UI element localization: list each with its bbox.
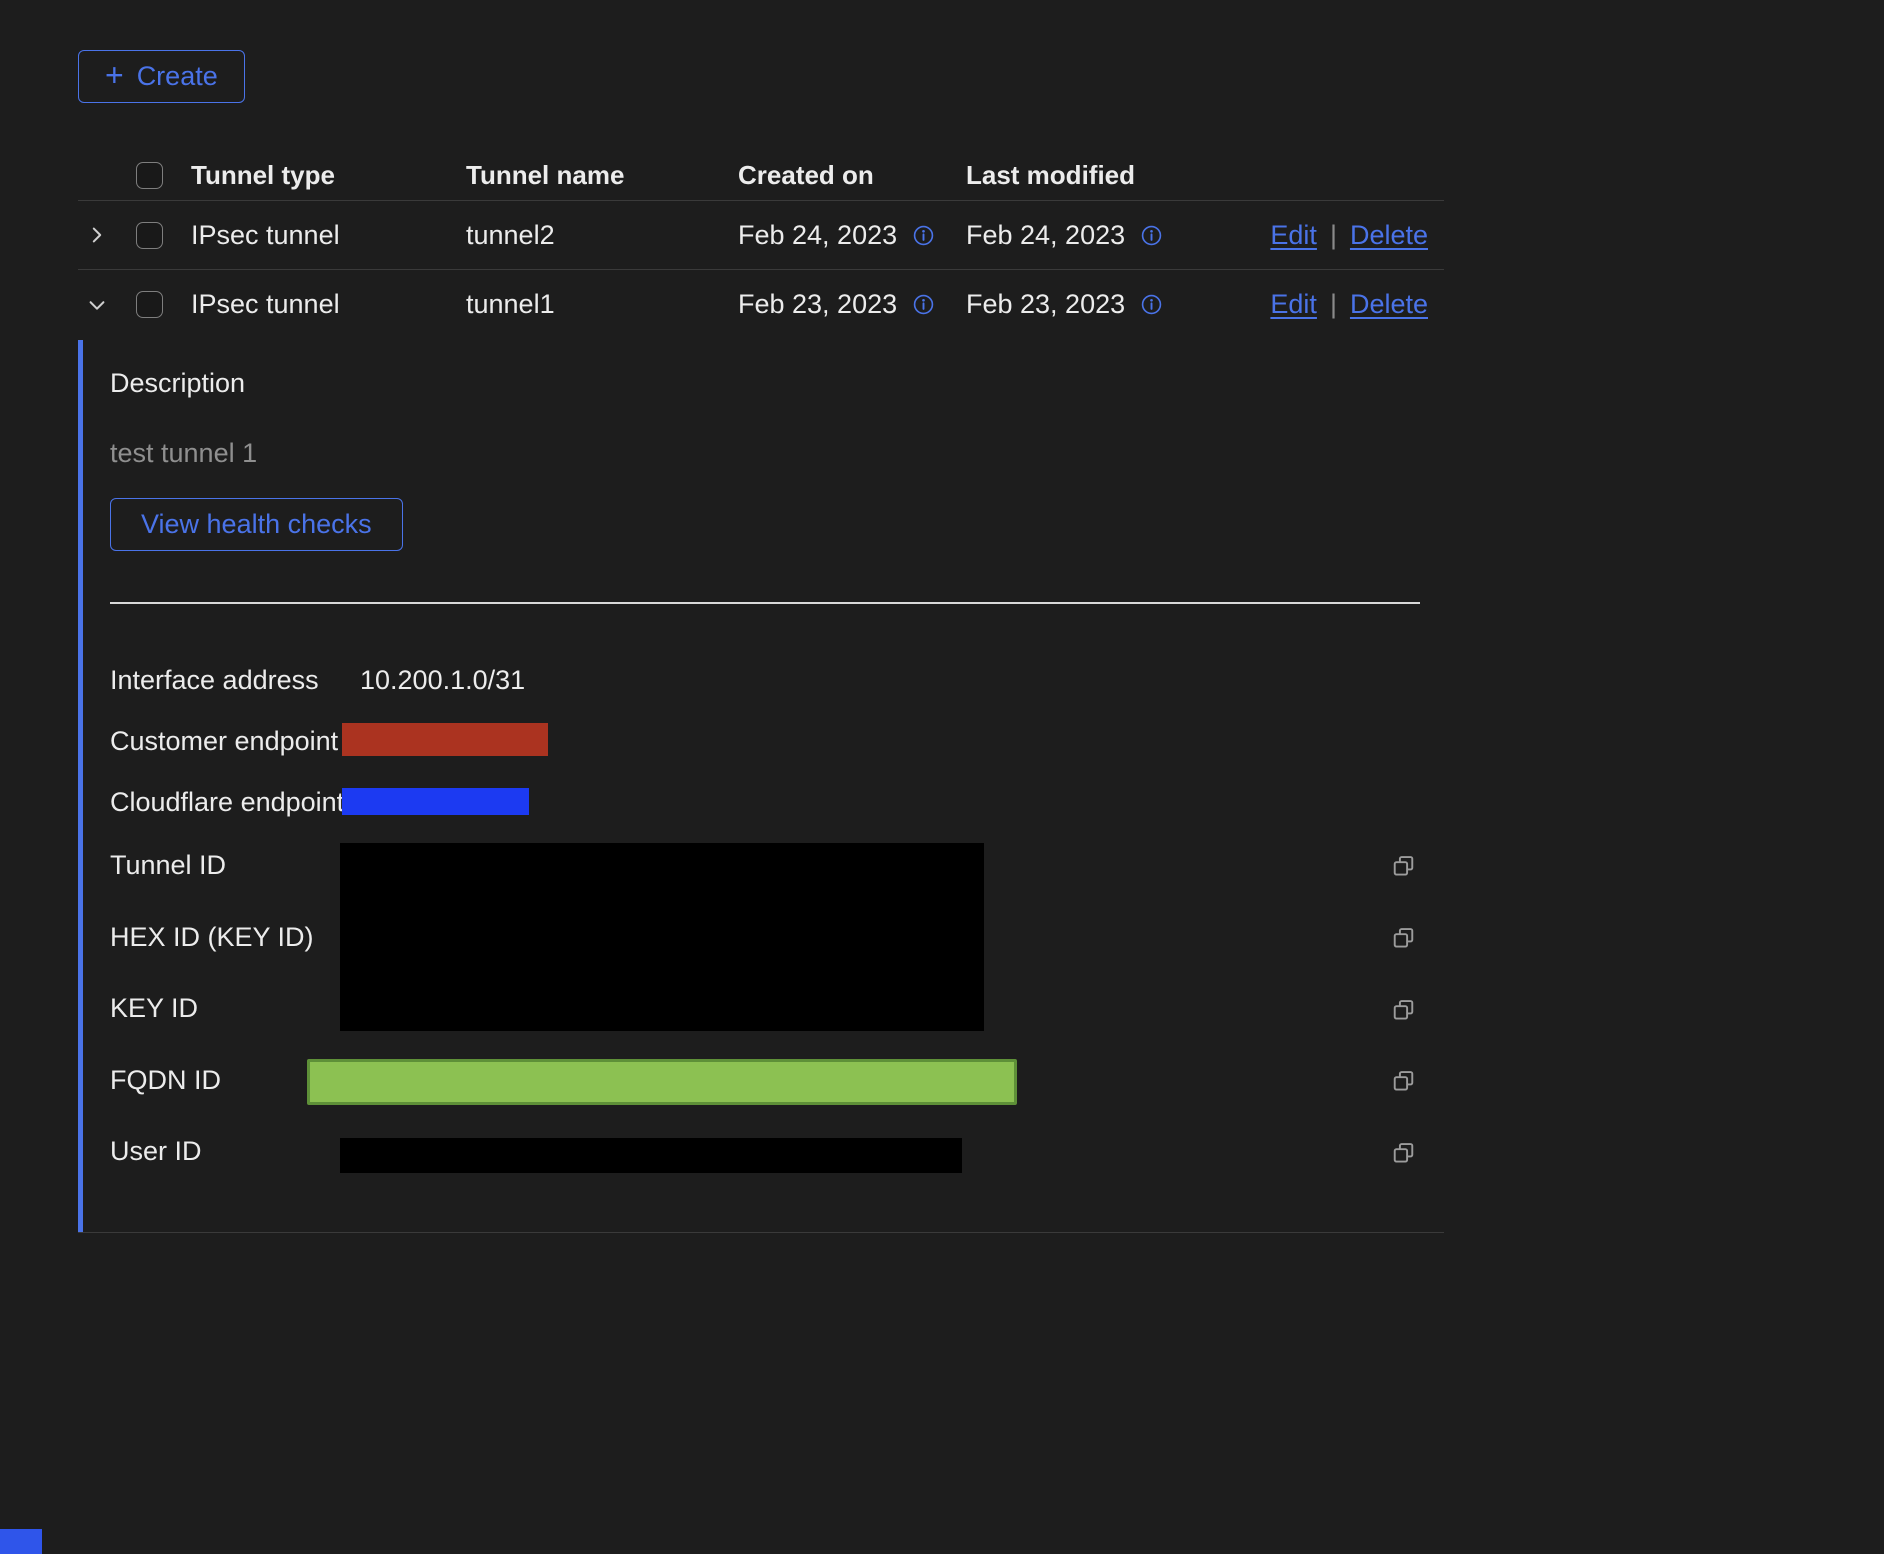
interface-address-value: 10.200.1.0/31 [360,665,525,696]
row-checkbox[interactable] [136,222,163,249]
ids-redacted-block [340,843,984,1031]
fqdn-id-label: FQDN ID [110,1065,221,1096]
created-on-value: Feb 24, 2023 [738,220,897,251]
edit-link[interactable]: Edit [1270,289,1317,320]
copy-icon [1390,1068,1417,1095]
table-row-tunnel1: IPsec tunnel tunnel1 Feb 23, 2023 Feb 23… [78,270,1444,339]
last-modified-cell: Feb 24, 2023 [966,220,1283,251]
interface-address-label: Interface address [110,665,319,696]
hex-id-label: HEX ID (KEY ID) [110,922,314,953]
chevron-right-icon[interactable] [86,224,108,246]
description-label: Description [110,368,245,399]
copy-tunnel-id-button[interactable] [1390,853,1417,880]
last-modified-value: Feb 24, 2023 [966,220,1125,251]
tunnels-table: Tunnel type Tunnel name Created on Last … [78,150,1444,339]
created-on-value: Feb 23, 2023 [738,289,897,320]
info-icon[interactable] [1140,224,1163,247]
header-tunnel-type: Tunnel type [191,160,466,191]
fqdn-id-redacted-value [307,1059,1017,1105]
cloudflare-endpoint-redacted-value [342,788,529,815]
collapse-toggle[interactable] [78,294,136,316]
row-checkbox-cell [136,222,191,249]
row-checkbox-cell [136,291,191,318]
created-on-cell: Feb 24, 2023 [738,220,966,251]
header-checkbox-cell [136,162,191,189]
cloudflare-endpoint-label: Cloudflare endpoint [110,787,344,818]
tunnel-id-label: Tunnel ID [110,850,226,881]
copy-icon [1390,997,1417,1024]
user-id-label: User ID [110,1136,202,1167]
info-icon[interactable] [912,293,935,316]
copy-icon [1390,925,1417,952]
customer-endpoint-redacted-value [342,723,548,756]
create-button-label: Create [137,61,218,92]
tunnel-type-cell: IPsec tunnel [191,289,466,320]
copy-icon [1390,1140,1417,1167]
action-separator: | [1330,220,1337,251]
action-separator: | [1330,289,1337,320]
bottom-left-accent [0,1529,42,1554]
user-id-redacted-value [340,1138,962,1173]
tunnel-type-cell: IPsec tunnel [191,220,466,251]
chevron-down-icon[interactable] [86,294,108,316]
select-all-checkbox[interactable] [136,162,163,189]
copy-fqdn-id-button[interactable] [1390,1068,1417,1095]
row-actions: Edit | Delete [1283,289,1444,320]
plus-icon: + [105,59,124,91]
view-health-checks-button[interactable]: View health checks [110,498,403,551]
copy-user-id-button[interactable] [1390,1140,1417,1167]
info-icon[interactable] [1140,293,1163,316]
last-modified-cell: Feb 23, 2023 [966,289,1283,320]
table-header-row: Tunnel type Tunnel name Created on Last … [78,150,1444,201]
delete-link[interactable]: Delete [1350,220,1428,251]
key-id-label: KEY ID [110,993,198,1024]
header-created-on: Created on [738,160,966,191]
table-row-tunnel2: IPsec tunnel tunnel2 Feb 24, 2023 Feb 24… [78,201,1444,270]
header-tunnel-name: Tunnel name [466,160,738,191]
header-last-modified: Last modified [966,160,1283,191]
section-divider [110,602,1420,604]
edit-link[interactable]: Edit [1270,220,1317,251]
copy-icon [1390,853,1417,880]
tunnel-details-panel: Description test tunnel 1 View health ch… [78,340,1444,1233]
created-on-cell: Feb 23, 2023 [738,289,966,320]
create-button[interactable]: + Create [78,50,245,103]
description-value: test tunnel 1 [110,438,257,469]
last-modified-value: Feb 23, 2023 [966,289,1125,320]
expand-toggle[interactable] [78,224,136,246]
copy-hex-id-button[interactable] [1390,925,1417,952]
customer-endpoint-label: Customer endpoint [110,726,338,757]
tunnel-name-cell: tunnel2 [466,220,738,251]
row-checkbox[interactable] [136,291,163,318]
row-actions: Edit | Delete [1283,220,1444,251]
delete-link[interactable]: Delete [1350,289,1428,320]
tunnel-name-cell: tunnel1 [466,289,738,320]
info-icon[interactable] [912,224,935,247]
copy-key-id-button[interactable] [1390,997,1417,1024]
